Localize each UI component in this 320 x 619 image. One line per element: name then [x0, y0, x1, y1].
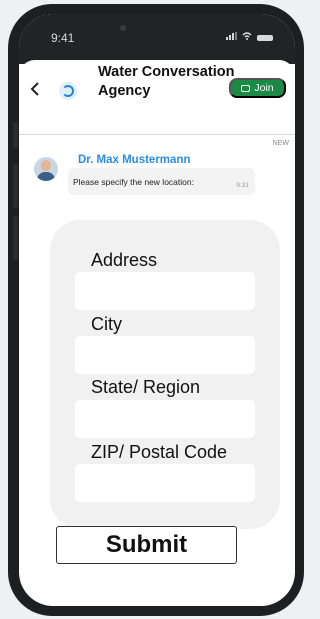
join-label: Join	[254, 82, 274, 94]
chevron-left-icon[interactable]	[30, 80, 40, 100]
status-time: 9:41	[51, 31, 75, 45]
city-label: City	[91, 314, 122, 334]
location-form: Address City State/ Region ZIP/ Postal C…	[50, 220, 280, 529]
sender-name: Dr. Max Mustermann	[78, 154, 191, 166]
phone-screen: 9:41 Water Conversation Agency Join NEW …	[19, 14, 295, 606]
avatar-head	[41, 160, 51, 171]
address-label: Address	[91, 250, 158, 270]
wifi-icon	[242, 32, 252, 43]
submit-button[interactable]: Submit	[56, 526, 237, 564]
new-messages-marker: NEW	[272, 140, 289, 147]
status-bar: 9:41	[19, 14, 295, 64]
chat-header: Water Conversation Agency Join	[19, 60, 295, 135]
message-bubble: Please specify the new location: 9:31	[68, 168, 255, 195]
message-time: 9:31	[236, 182, 249, 189]
header-divider	[19, 134, 295, 135]
zip-code-input[interactable]	[75, 464, 255, 502]
signal-icon	[226, 32, 237, 43]
join-button[interactable]: Join	[229, 78, 286, 98]
state-region-label: State/ Region	[91, 377, 201, 397]
volume-down-button	[13, 216, 18, 260]
mute-switch	[13, 122, 18, 148]
sender-avatar[interactable]	[34, 157, 58, 181]
state-region-input[interactable]	[75, 400, 255, 438]
video-camera-icon	[241, 84, 251, 92]
avatar-body	[37, 172, 55, 181]
message-text: Please specify the new location:	[73, 177, 194, 187]
agency-name: Water Conversation Agency	[98, 64, 235, 99]
battery-icon	[257, 34, 273, 41]
address-input[interactable]	[75, 272, 255, 310]
city-input[interactable]	[75, 336, 255, 374]
status-icons	[226, 32, 273, 43]
front-camera	[120, 25, 126, 31]
volume-up-button	[13, 164, 18, 208]
zip-code-label: ZIP/ Postal Code	[91, 442, 228, 462]
agency-logo-icon	[59, 82, 77, 100]
